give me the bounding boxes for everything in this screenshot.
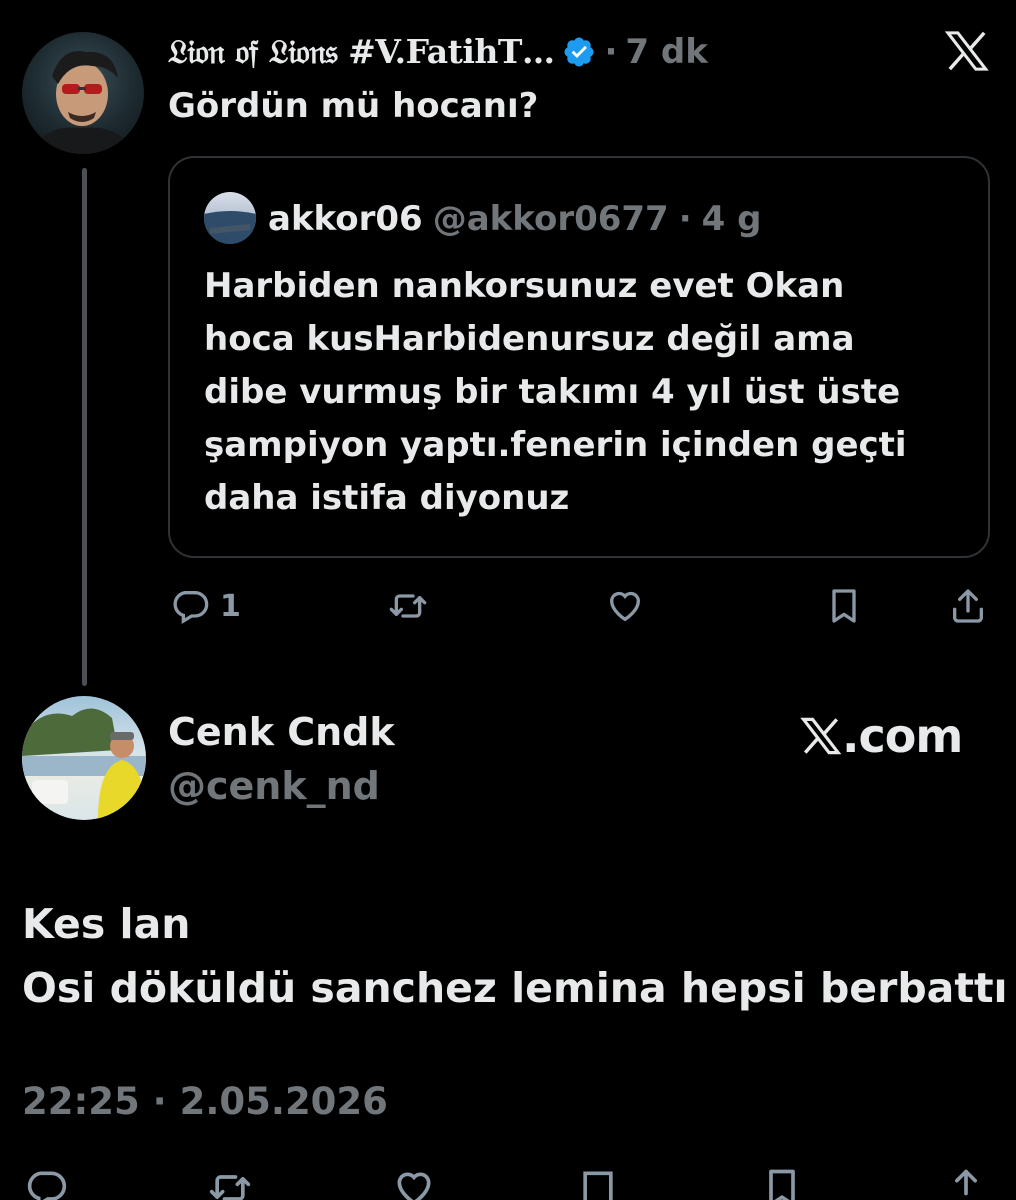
tweet-header: 𝔏𝔦𝔬𝔫 𝔬𝔣 𝔏𝔦𝔬𝔫𝔰 #V.FatihT… · 7 dk xyxy=(168,26,708,78)
x-logo-icon xyxy=(944,30,990,72)
retweet-button[interactable] xyxy=(388,582,428,630)
meta-separator: · xyxy=(604,32,618,72)
like-button[interactable] xyxy=(605,582,645,630)
reply-author-avatar[interactable] xyxy=(22,696,146,820)
like-icon xyxy=(609,591,641,622)
reply-handle[interactable]: @cenk_nd xyxy=(168,764,380,808)
meta-separator: · xyxy=(678,199,692,239)
author-display-name[interactable]: 𝔏𝔦𝔬𝔫 𝔬𝔣 𝔏𝔦𝔬𝔫𝔰 #V.FatihT… xyxy=(168,32,555,72)
thread-connector-line xyxy=(82,168,87,686)
quoted-text-line: daha istifa diyonuz xyxy=(204,478,570,518)
quoted-tweet-text: Harbiden nankorsunuz evet Okan hoca kusH… xyxy=(204,260,974,525)
verified-badge-icon xyxy=(562,35,596,69)
quoted-tweet-header: akkor06 @akkor0677 · 4 g xyxy=(268,192,761,246)
tweet-time-ago[interactable]: 7 dk xyxy=(625,32,707,72)
reply-action-bar xyxy=(0,1166,1016,1200)
reply-count: 1 xyxy=(220,588,241,624)
retweet-icon xyxy=(389,594,427,618)
reply-text: Kes lan Osi döküldü sanchez lemina hepsi… xyxy=(22,892,1008,1020)
bookmark-icon[interactable] xyxy=(760,1166,804,1200)
quoted-text-line: hoca kusHarbidenursuz değil ama xyxy=(204,319,855,359)
x-com-text: .com xyxy=(842,709,963,763)
tweet-text: Gördün mü hocanı? xyxy=(168,86,539,126)
share-icon xyxy=(953,589,983,623)
stats-icon[interactable] xyxy=(576,1166,620,1200)
quoted-handle: @akkor0677 xyxy=(432,199,669,239)
retweet-icon[interactable] xyxy=(208,1166,252,1200)
x-com-watermark: .com xyxy=(800,708,963,764)
author-avatar[interactable] xyxy=(22,32,144,154)
reply-icon xyxy=(173,591,209,624)
bookmark-icon xyxy=(832,589,856,623)
share-icon[interactable] xyxy=(944,1166,988,1200)
reply-timestamp[interactable]: 22:25 · 2.05.2026 xyxy=(22,1080,388,1123)
like-icon[interactable] xyxy=(392,1166,436,1200)
reply-text-line: Osi döküldü sanchez lemina hepsi berbatt… xyxy=(22,964,1008,1012)
reply-text-line: Kes lan xyxy=(22,900,191,948)
share-button[interactable] xyxy=(948,582,988,630)
reply-display-name[interactable]: Cenk Cndk xyxy=(168,710,395,754)
quoted-display-name: akkor06 xyxy=(268,199,423,239)
bookmark-button[interactable] xyxy=(824,582,864,630)
reply-icon[interactable] xyxy=(24,1166,68,1200)
quoted-author-avatar xyxy=(204,192,256,244)
x-logo-icon xyxy=(800,717,842,755)
quoted-text-line: Harbiden nankorsunuz evet Okan xyxy=(204,266,845,306)
quoted-text-line: dibe vurmuş bir takımı 4 yıl üst üste xyxy=(204,372,901,412)
reply-button[interactable]: 1 xyxy=(170,582,241,630)
quoted-text-line: şampiyon yaptı.fenerin içinden geçti xyxy=(204,425,907,465)
quoted-time-ago: 4 g xyxy=(701,199,762,239)
